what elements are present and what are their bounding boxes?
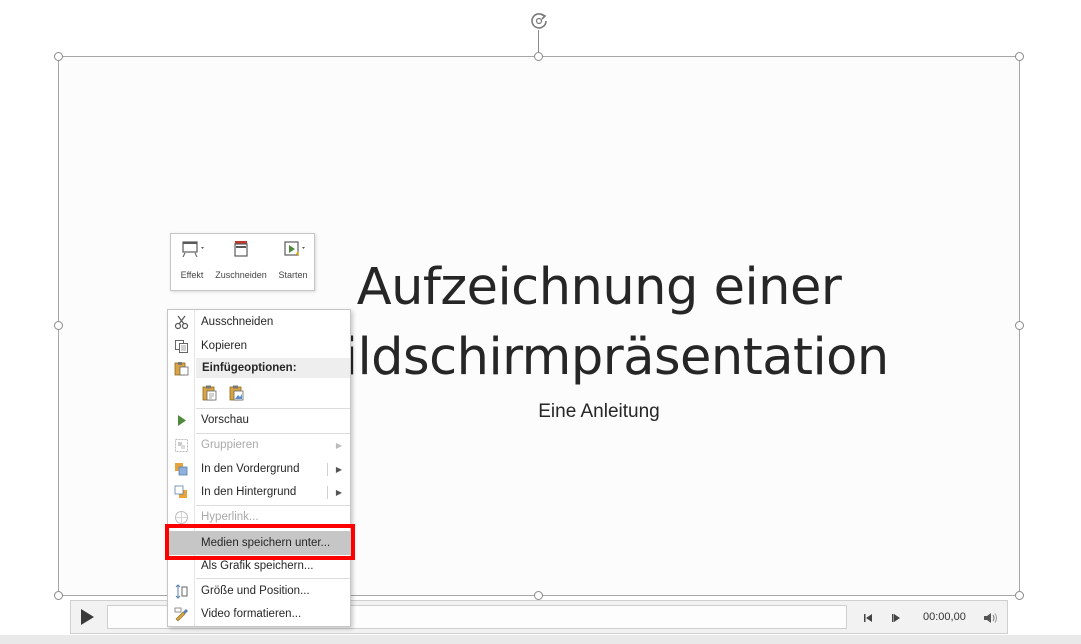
resize-handle-top-left[interactable]: [54, 52, 63, 61]
submenu-divider: [327, 463, 328, 476]
menu-separator: [196, 578, 350, 579]
submenu-divider: [327, 486, 328, 499]
volume-icon[interactable]: [983, 612, 999, 624]
menu-item-preview[interactable]: Vorschau: [168, 409, 350, 432]
format-video-icon: [174, 607, 188, 622]
submenu-arrow-icon[interactable]: ▶: [336, 481, 342, 504]
resize-handle-right[interactable]: [1015, 321, 1024, 330]
effect-button[interactable]: Effekt: [173, 238, 211, 288]
start-icon: [284, 241, 305, 256]
effect-icon: [182, 241, 204, 258]
bring-forward-icon: [175, 463, 188, 476]
resize-handle-top[interactable]: [534, 52, 543, 61]
step-back-icon[interactable]: [863, 613, 875, 623]
resize-handle-bottom-left[interactable]: [54, 591, 63, 600]
play-icon[interactable]: [79, 608, 95, 626]
start-button[interactable]: Starten: [273, 238, 313, 288]
resize-handle-left[interactable]: [54, 321, 63, 330]
paste-option-keep-source[interactable]: [201, 384, 219, 402]
submenu-arrow-icon[interactable]: ▶: [336, 458, 342, 481]
step-forward-icon[interactable]: [891, 613, 903, 623]
menu-item-format-video[interactable]: Video formatieren...: [168, 603, 350, 626]
crop-label: Zuschneiden: [215, 270, 267, 280]
resize-handle-top-right[interactable]: [1015, 52, 1024, 61]
menu-item-label: Video formatieren...: [201, 608, 302, 620]
menu-item-size-position[interactable]: Größe und Position...: [168, 580, 350, 603]
time-readout: 00:00,00: [923, 611, 966, 623]
menu-item-label: In den Hintergrund: [201, 486, 297, 498]
rotate-icon[interactable]: [528, 10, 550, 32]
menu-item-label: Kopieren: [201, 340, 248, 352]
highlight-annotation: [165, 524, 355, 560]
menu-item-label: Größe und Position...: [201, 585, 310, 597]
submenu-arrow-icon: ▶: [335, 441, 342, 450]
menu-item-group: Gruppieren ▶: [168, 434, 350, 457]
paste-icon: [174, 362, 189, 376]
menu-item-label: In den Vordergrund: [201, 463, 300, 475]
menu-item-cut[interactable]: Ausschneiden: [168, 311, 350, 334]
crop-button[interactable]: Zuschneiden: [211, 238, 271, 288]
menu-item-send-backward[interactable]: In den Hintergrund ▶: [168, 481, 350, 504]
menu-item-label: Vorschau: [201, 414, 249, 426]
effect-label: Effekt: [180, 270, 204, 280]
paste-options-label: Einfügeoptionen:: [202, 362, 297, 374]
bottom-strip: [0, 635, 1081, 644]
context-menu: Ausschneiden Kopieren Einfügeoptionen: V…: [167, 309, 351, 627]
paste-options-header: Einfügeoptionen:: [196, 358, 350, 378]
scissors-icon: [174, 315, 189, 330]
paste-keep-formatting-icon: [202, 385, 217, 401]
menu-item-label: Gruppieren: [201, 439, 259, 451]
menu-item-label: Ausschneiden: [201, 316, 274, 328]
hyperlink-icon: [175, 511, 188, 524]
start-label: Starten: [278, 270, 308, 280]
send-backward-icon: [174, 485, 187, 498]
paste-option-picture[interactable]: [228, 384, 246, 402]
slide-subtitle: Eine Anleitung: [538, 401, 660, 422]
crop-icon: [234, 241, 248, 257]
menu-item-copy[interactable]: Kopieren: [168, 335, 350, 358]
mini-toolbar: Effekt Zuschneiden Starten: [170, 233, 315, 291]
size-position-icon: [175, 584, 188, 599]
top-strip: [0, 0, 1081, 8]
copy-icon: [175, 340, 188, 353]
rotation-stem: [538, 30, 539, 52]
resize-handle-bottom-right[interactable]: [1015, 591, 1024, 600]
preview-icon: [178, 415, 186, 426]
resize-handle-bottom[interactable]: [534, 591, 543, 600]
group-icon: [175, 439, 188, 452]
paste-picture-icon: [229, 385, 244, 401]
menu-item-bring-forward[interactable]: In den Vordergrund ▶: [168, 458, 350, 481]
